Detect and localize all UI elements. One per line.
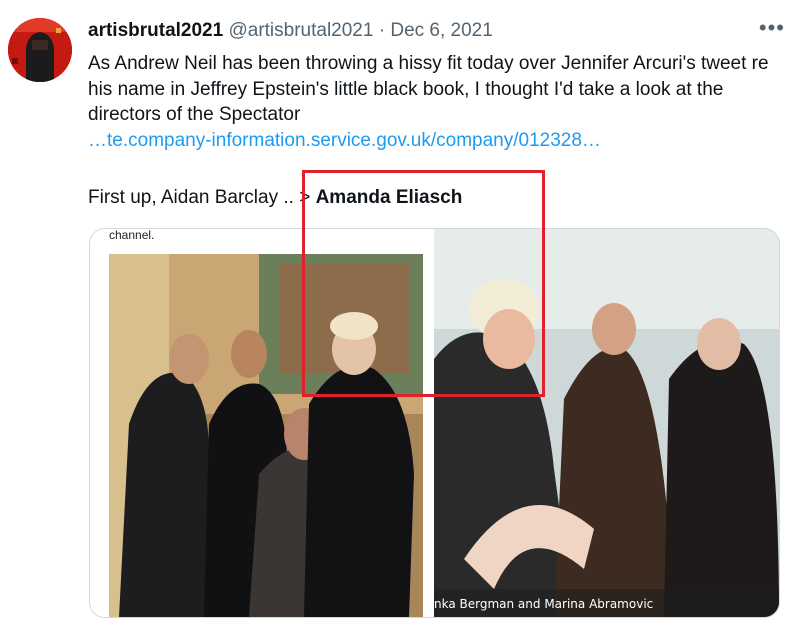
display-name[interactable]: artisbrutal2021 <box>88 20 223 41</box>
avatar[interactable] <box>8 18 72 82</box>
tweet-text: As Andrew Neil has been throwing a hissy… <box>88 51 788 153</box>
highlight-box <box>302 170 545 397</box>
tweet-header: artisbrutal2021 @artisbrutal2021 · Dec 6… <box>88 19 493 43</box>
line2-prefix: First up, Aidan Barclay .. > <box>88 187 316 208</box>
right-photo-caption: nka Bergman and Marina Abramovic <box>434 597 654 611</box>
company-link[interactable]: …te.company-information.service.gov.uk/c… <box>88 130 601 151</box>
tweet-date[interactable]: Dec 6, 2021 <box>390 20 492 41</box>
user-handle[interactable]: @artisbrutal2021 <box>228 20 373 41</box>
more-options-icon[interactable]: ••• <box>759 17 785 39</box>
header-separator: · <box>378 20 386 41</box>
tweet-body: As Andrew Neil has been throwing a hissy… <box>88 53 769 125</box>
